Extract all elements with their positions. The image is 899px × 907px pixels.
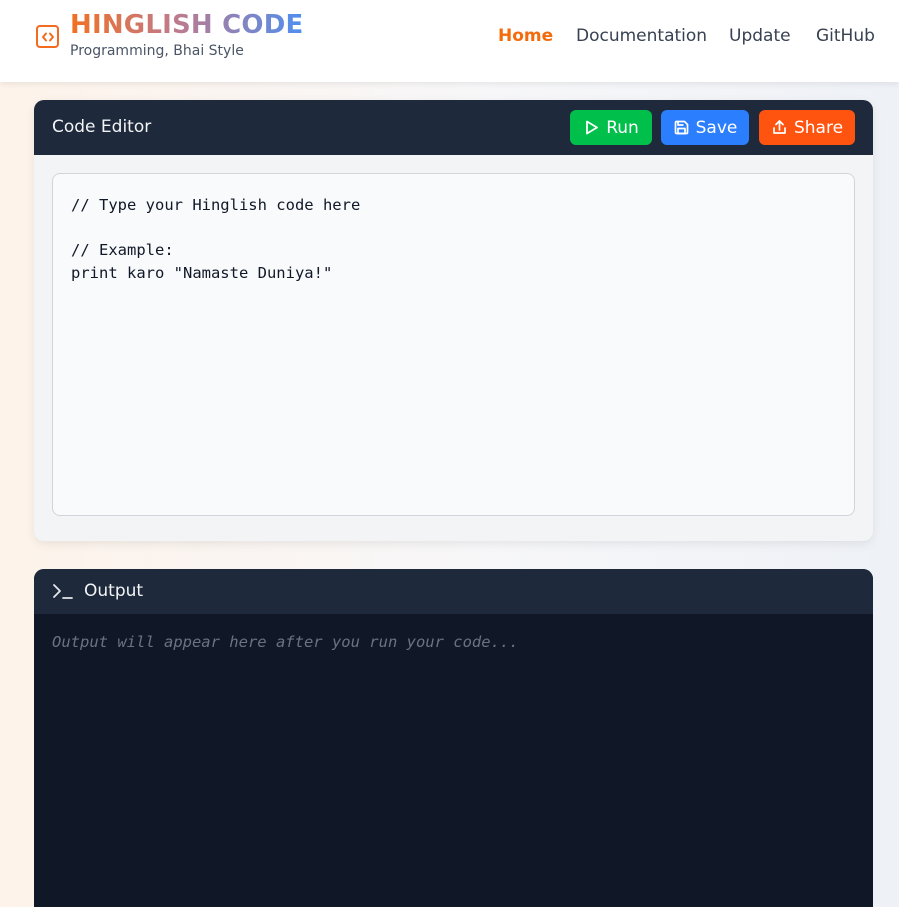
share-button[interactable]: Share	[759, 110, 855, 145]
run-button[interactable]: Run	[570, 110, 652, 145]
nav-item-github[interactable]: GitHub	[816, 26, 875, 46]
nav-item-home[interactable]: Home	[498, 26, 553, 46]
play-icon	[586, 120, 599, 135]
navbar: HINGLISH CODE Programming, Bhai Style Ho…	[0, 0, 899, 82]
run-button-label: Run	[606, 117, 639, 138]
share-button-label: Share	[793, 117, 844, 138]
share-icon	[773, 120, 786, 134]
brand-tagline: Programming, Bhai Style	[70, 43, 244, 59]
output-title: Output	[84, 581, 144, 601]
code-editor-panel: Code Editor Run Save Share // Type your …	[34, 100, 873, 541]
nav-item-update[interactable]: Update	[729, 26, 791, 46]
save-button-label: Save	[695, 117, 738, 138]
nav-item-documentation[interactable]: Documentation	[576, 26, 707, 46]
code-brackets-icon[interactable]	[36, 25, 59, 48]
code-editor-header: Code Editor Run Save Share	[34, 100, 873, 155]
output-panel: Output Output will appear here after you…	[34, 569, 873, 907]
output-placeholder: Output will appear here after you run yo…	[52, 633, 519, 651]
code-editor-title: Code Editor	[52, 117, 152, 137]
save-icon	[674, 120, 688, 135]
output-header: Output	[34, 569, 873, 614]
save-button[interactable]: Save	[661, 110, 749, 145]
code-input[interactable]: // Type your Hinglish code here // Examp…	[52, 173, 855, 516]
terminal-icon	[53, 584, 73, 599]
brand-title[interactable]: HINGLISH CODE	[70, 10, 303, 40]
